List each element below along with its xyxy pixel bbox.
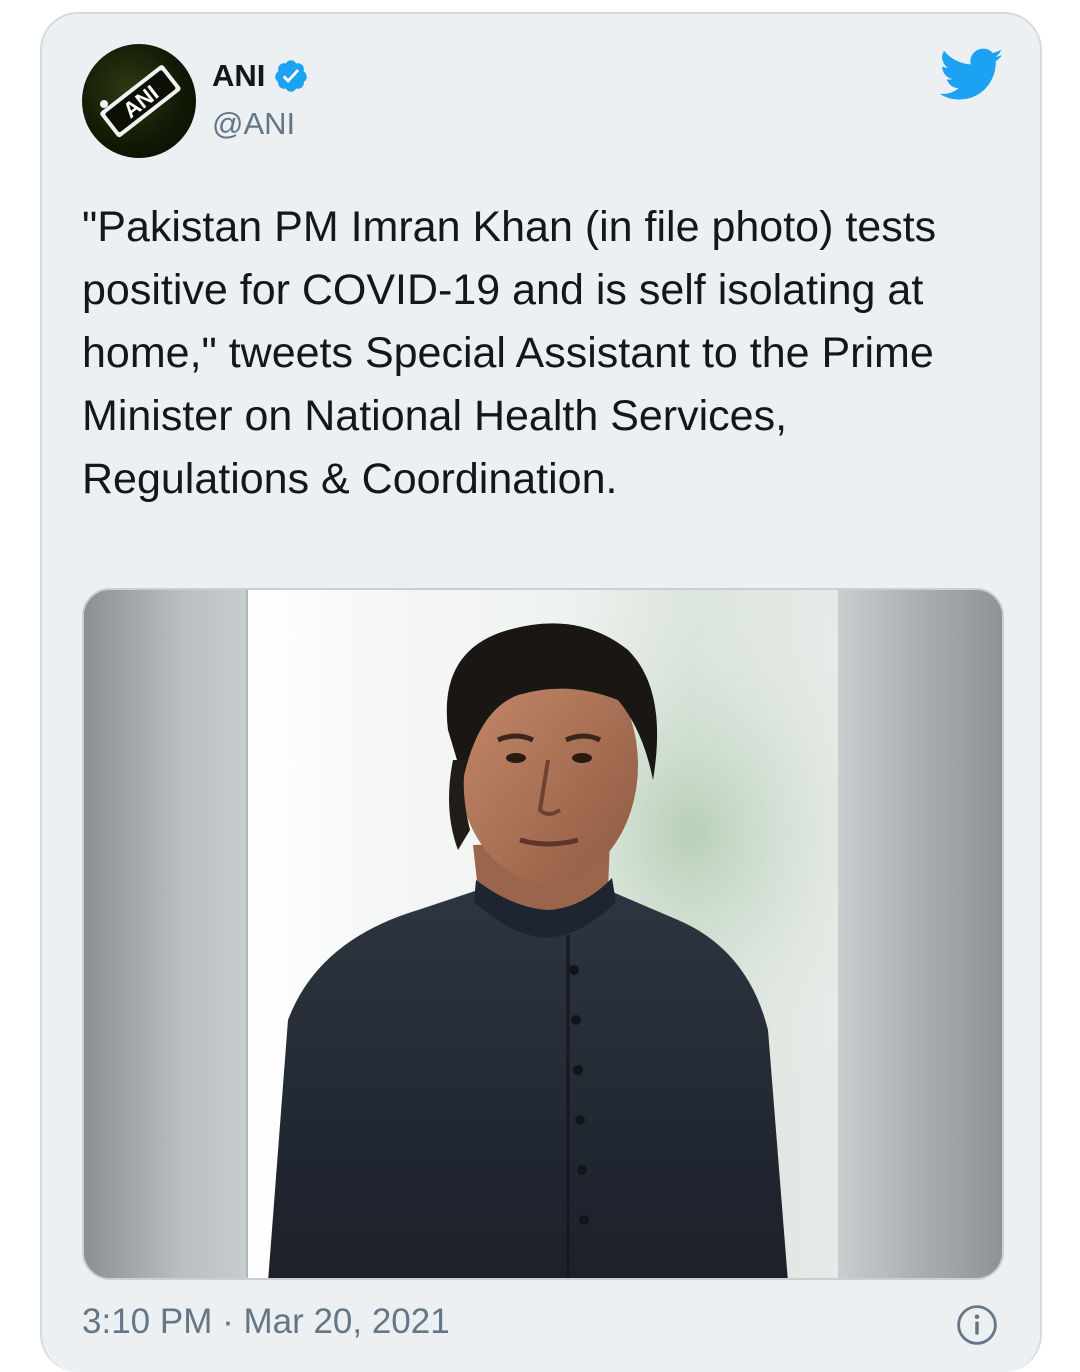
author-avatar[interactable]: ANI bbox=[82, 44, 196, 158]
tweet-text: "Pakistan PM Imran Khan (in file photo) … bbox=[82, 203, 937, 503]
ani-logo: ANI bbox=[100, 65, 181, 138]
photo-portrait bbox=[248, 590, 838, 1278]
author-handle[interactable]: @ANI bbox=[212, 106, 295, 142]
info-icon[interactable] bbox=[956, 1304, 998, 1346]
author-name-row: ANI bbox=[212, 58, 309, 94]
twitter-bird-icon[interactable] bbox=[939, 48, 1004, 102]
verified-badge-icon bbox=[273, 58, 309, 94]
photo-blur-right bbox=[838, 590, 1002, 1278]
portrait-figure bbox=[248, 590, 838, 1278]
tweet-photo[interactable] bbox=[82, 588, 1004, 1280]
tweet-timestamp[interactable]: 3:10 PM · Mar 20, 2021 bbox=[82, 1302, 450, 1342]
tweet-card[interactable]: ANI ANI @ANI "Pakistan PM Imran Khan (in… bbox=[40, 12, 1042, 1372]
photo-blur-left bbox=[84, 590, 246, 1278]
author-name[interactable]: ANI bbox=[212, 58, 265, 94]
